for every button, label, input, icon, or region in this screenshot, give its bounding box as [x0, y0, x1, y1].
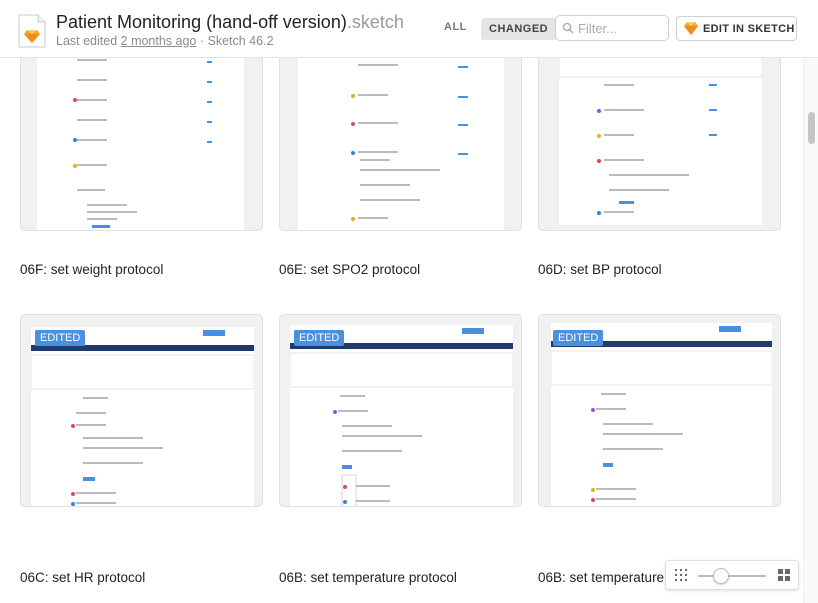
zoom-control — [665, 560, 799, 590]
sketch-file-icon — [18, 14, 46, 48]
document-extension: .sketch — [346, 12, 404, 32]
document-title: Patient Monitoring (hand-off version).sk… — [56, 12, 404, 32]
filter-field[interactable] — [555, 15, 669, 41]
zoom-slider-knob[interactable] — [713, 568, 729, 584]
artboard-card[interactable]: EDITED — [20, 314, 263, 507]
artboard-label[interactable]: 06B: set temperature protocol — [279, 570, 457, 585]
search-icon — [562, 22, 574, 34]
artboard-card[interactable] — [538, 58, 781, 231]
vertical-scrollbar[interactable] — [803, 58, 818, 603]
sketch-diamond-icon — [684, 22, 698, 35]
artboard-label[interactable]: 06D: set BP protocol — [538, 262, 662, 277]
artboard-thumbnail — [551, 323, 772, 506]
artboard-thumbnail — [290, 325, 513, 506]
artboard-thumbnail — [37, 58, 244, 230]
edited-badge: EDITED — [294, 330, 345, 346]
artboard-thumbnail — [31, 327, 254, 506]
artboard-card[interactable] — [20, 58, 263, 231]
artboard-thumbnail — [559, 58, 762, 225]
last-edited-link[interactable]: 2 months ago — [121, 34, 197, 48]
filter-input[interactable] — [578, 19, 664, 37]
artboard-card[interactable]: EDITED — [538, 314, 781, 507]
small-grid-icon[interactable] — [675, 569, 687, 581]
artboard-card[interactable] — [279, 58, 522, 231]
artboard-card[interactable]: EDITED — [279, 314, 522, 507]
filter-changed-tab[interactable]: CHANGED — [481, 18, 557, 40]
edited-badge: EDITED — [553, 330, 604, 346]
artboard-label[interactable]: 06B: set temperature — [538, 570, 664, 585]
artboard-thumbnail — [298, 58, 504, 230]
large-grid-icon[interactable] — [778, 569, 790, 581]
edited-badge: EDITED — [35, 330, 86, 346]
document-header: Patient Monitoring (hand-off version).sk… — [0, 0, 818, 58]
filter-all-tab[interactable]: ALL — [444, 21, 467, 33]
edit-in-sketch-button[interactable]: EDIT IN SKETCH — [676, 16, 797, 41]
last-edited-info: Last edited 2 months ago · Sketch 46.2 — [56, 34, 274, 48]
artboard-grid: 06F: set weight protocol 06E: set SPO2 p… — [0, 58, 803, 603]
artboard-label[interactable]: 06F: set weight protocol — [20, 262, 163, 277]
scrollbar-thumb[interactable] — [808, 112, 815, 144]
zoom-slider-track[interactable] — [698, 575, 766, 577]
artboard-label[interactable]: 06E: set SPO2 protocol — [279, 262, 420, 277]
artboard-label[interactable]: 06C: set HR protocol — [20, 570, 145, 585]
